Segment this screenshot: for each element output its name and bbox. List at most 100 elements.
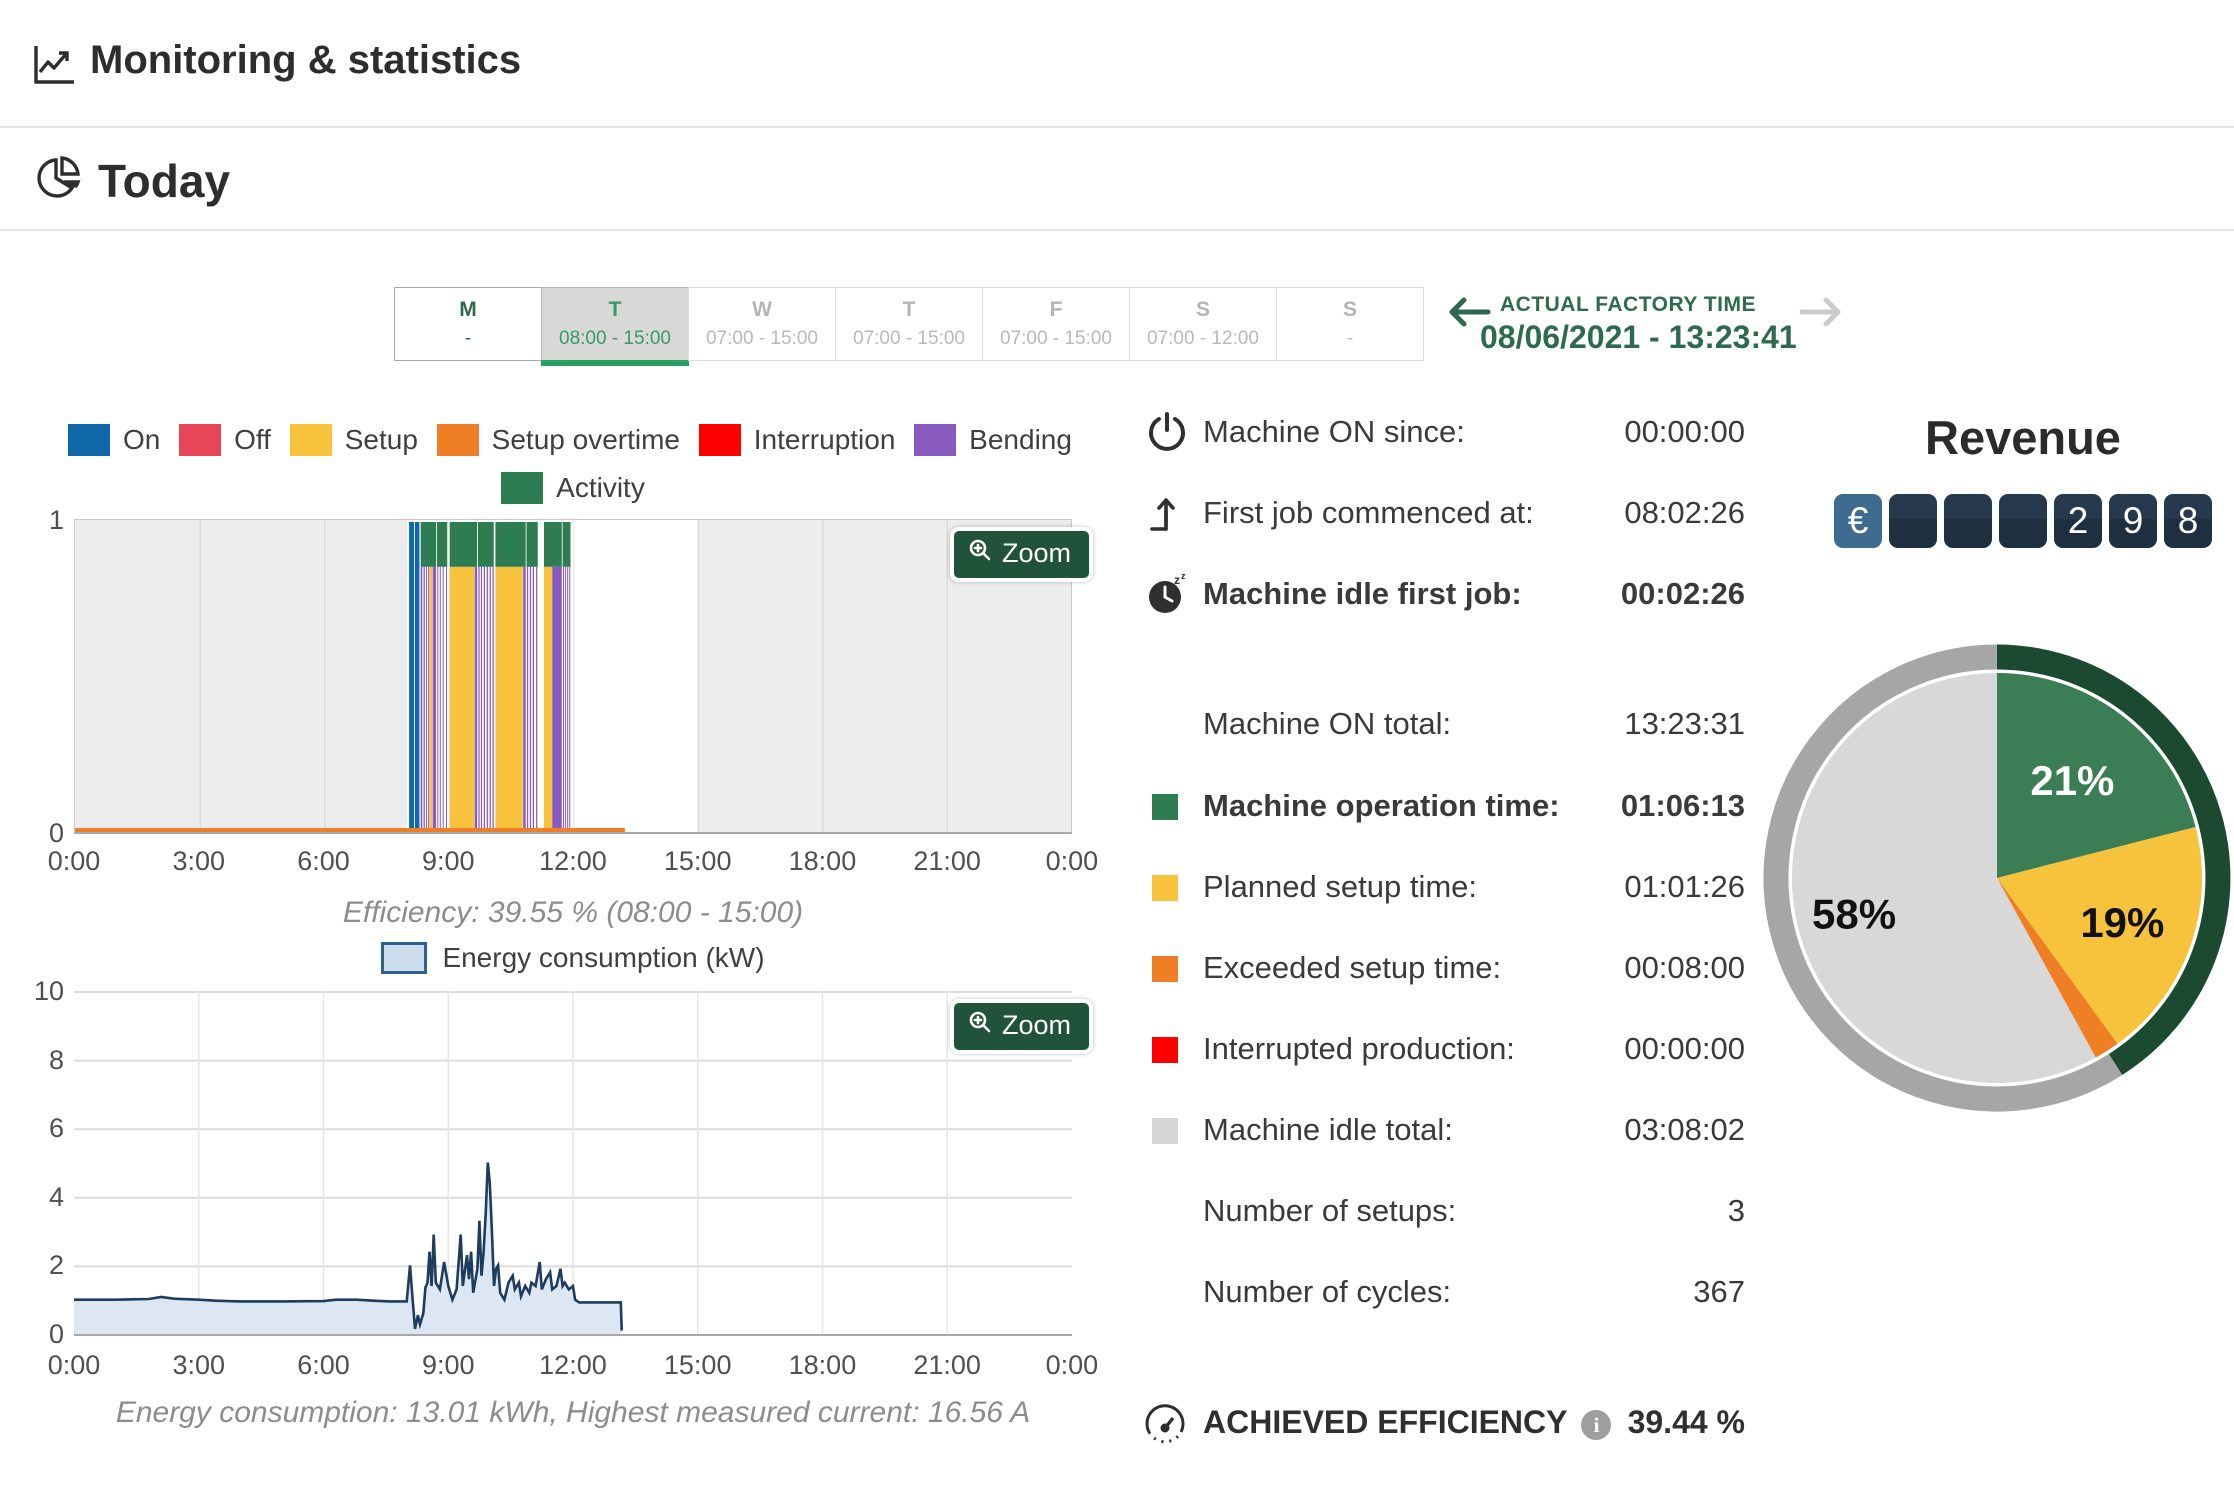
legend-item-interruption: Interruption xyxy=(699,424,896,456)
revenue-digit-tile-4: 9 xyxy=(2109,494,2157,548)
zoom-button-label: Zoom xyxy=(1002,538,1071,569)
time-distribution-pie: 21%19%58% xyxy=(1757,640,2234,1120)
achieved-efficiency-label: ACHIEVED EFFICIENCY i xyxy=(1203,1404,1611,1441)
tab-day-1[interactable]: T08:00 - 15:00 xyxy=(541,287,689,361)
legend-swatch xyxy=(437,424,479,456)
tab-day-6[interactable]: S- xyxy=(1276,287,1424,361)
activity-xtick: 12:00 xyxy=(523,846,623,877)
revenue-digit-tile-5: 8 xyxy=(2164,494,2212,548)
efficiency-caption: Efficiency: 39.55 % (08:00 - 15:00) xyxy=(74,896,1072,930)
stat-swatch-idle xyxy=(1152,1118,1178,1144)
tab-day-hours: 07:00 - 15:00 xyxy=(853,328,965,350)
energy-legend: Energy consumption (kW) xyxy=(74,942,1072,974)
activity-xtick: 6:00 xyxy=(273,846,373,877)
stat-value: 00:00:00 xyxy=(1624,1031,1745,1067)
stat-swatch-setup xyxy=(1152,875,1178,901)
energy-xtick: 0:00 xyxy=(1022,1350,1122,1381)
legend-label: Activity xyxy=(556,472,645,504)
stat-label: Machine operation time: xyxy=(1203,788,1560,824)
stat-value: 00:08:00 xyxy=(1624,950,1745,986)
activity-xtick: 0:00 xyxy=(24,846,124,877)
app-header: Monitoring & statistics xyxy=(0,0,2234,128)
energy-xtick: 21:00 xyxy=(897,1350,997,1381)
stat-row-number-of-cycles: Number of cycles:367 xyxy=(1140,1272,1750,1316)
stat-value: 03:08:02 xyxy=(1624,1112,1745,1148)
energy-xtick: 9:00 xyxy=(398,1350,498,1381)
legend-item-activity: Activity xyxy=(501,472,645,504)
svg-text:z: z xyxy=(1174,573,1180,587)
page-title: Monitoring & statistics xyxy=(90,38,521,83)
energy-ytick: 8 xyxy=(8,1045,64,1076)
stat-value: 00:02:26 xyxy=(1621,576,1745,612)
tab-day-hours: 08:00 - 15:00 xyxy=(559,328,671,350)
legend-swatch xyxy=(68,424,110,456)
line-chart-icon xyxy=(30,40,78,93)
actual-factory-time: ACTUAL FACTORY TIME 08/06/2021 - 13:23:4… xyxy=(1480,293,1776,356)
stat-row-machine-on-since: Machine ON since: 00:00:00 xyxy=(1140,412,1750,456)
revenue-digit-tile-0 xyxy=(1889,494,1937,548)
first-job-icon xyxy=(1146,491,1188,538)
today-section-header: Today xyxy=(0,130,2234,231)
stat-value: 01:01:26 xyxy=(1624,869,1745,905)
monitoring-statistics-page: Monitoring & statistics Today M-T08:00 -… xyxy=(0,0,2234,1490)
tab-day-4[interactable]: F07:00 - 15:00 xyxy=(982,287,1130,361)
activity-ytick-0: 0 xyxy=(8,818,64,849)
state-legend-row-1: On Off Setup Setup overtime Interruption Bend… xyxy=(68,424,1072,456)
stat-label: Planned setup time: xyxy=(1203,869,1477,905)
tab-day-5[interactable]: S07:00 - 12:00 xyxy=(1129,287,1277,361)
state-legend-row-2: Activity xyxy=(74,472,1072,504)
zoom-button-label: Zoom xyxy=(1002,1010,1071,1041)
svg-text:58%: 58% xyxy=(1812,891,1896,938)
activity-xtick: 3:00 xyxy=(149,846,249,877)
legend-label: Off xyxy=(234,424,271,456)
tab-day-letter: M xyxy=(459,298,477,322)
tab-day-0[interactable]: M- xyxy=(394,287,542,361)
stat-label: Number of cycles: xyxy=(1203,1274,1451,1310)
legend-swatch xyxy=(699,424,741,456)
energy-consumption-chart xyxy=(74,991,1072,1336)
revenue-digit-tile-2 xyxy=(1999,494,2047,548)
energy-xtick: 3:00 xyxy=(149,1350,249,1381)
stat-label: Exceeded setup time: xyxy=(1203,950,1501,986)
legend-label: Setup overtime xyxy=(492,424,680,456)
energy-legend-label: Energy consumption (kW) xyxy=(442,942,764,974)
info-icon[interactable]: i xyxy=(1581,1410,1611,1440)
tab-day-3[interactable]: T 07:00 - 15:00 xyxy=(835,287,983,361)
tab-day-letter: T xyxy=(903,298,916,322)
revenue-counter: €298 xyxy=(1834,494,2212,548)
revenue-title: Revenue xyxy=(1845,410,2201,465)
legend-label: Setup xyxy=(345,424,418,456)
legend-label: On xyxy=(123,424,160,456)
energy-xtick: 6:00 xyxy=(273,1350,373,1381)
energy-ytick: 0 xyxy=(8,1319,64,1350)
power-icon xyxy=(1146,410,1188,457)
legend-item-bending: Bending xyxy=(914,424,1072,456)
zoom-magnifier-icon xyxy=(968,1010,992,1041)
energy-xtick: 12:00 xyxy=(523,1350,623,1381)
stat-row-first-job-commenced-at: First job commenced at:08:02:26 xyxy=(1140,493,1750,537)
tab-day-2[interactable]: W07:00 - 15:00 xyxy=(688,287,836,361)
stat-label: Machine ON total: xyxy=(1203,706,1451,742)
energy-zoom-button[interactable]: Zoom xyxy=(950,999,1093,1054)
stat-label: Machine idle total: xyxy=(1203,1112,1453,1148)
section-title: Today xyxy=(98,154,230,208)
energy-legend-swatch xyxy=(381,942,427,974)
pie-chart-icon xyxy=(34,152,86,209)
stat-value: 00:00:00 xyxy=(1624,414,1745,450)
activity-zoom-button[interactable]: Zoom xyxy=(950,527,1093,582)
energy-ytick: 2 xyxy=(8,1250,64,1281)
stat-row-machine-on-total: Machine ON total:13:23:31 xyxy=(1140,704,1750,748)
legend-label: Interruption xyxy=(754,424,896,456)
legend-swatch xyxy=(290,424,332,456)
zoom-magnifier-icon xyxy=(968,538,992,569)
stat-label: Machine ON since: xyxy=(1203,414,1465,450)
achieved-efficiency-text: ACHIEVED EFFICIENCY xyxy=(1203,1404,1567,1440)
achieved-efficiency-row: ACHIEVED EFFICIENCY i 39.44 % xyxy=(1140,1398,1750,1448)
achieved-efficiency-value: 39.44 % xyxy=(1628,1404,1745,1441)
stat-swatch-setup_overtime xyxy=(1152,956,1178,982)
stat-value: 3 xyxy=(1728,1193,1745,1229)
factory-time-label: ACTUAL FACTORY TIME xyxy=(1480,293,1776,317)
energy-xtick: 18:00 xyxy=(772,1350,872,1381)
legend-swatch xyxy=(914,424,956,456)
next-day-arrow[interactable] xyxy=(1798,292,1846,337)
